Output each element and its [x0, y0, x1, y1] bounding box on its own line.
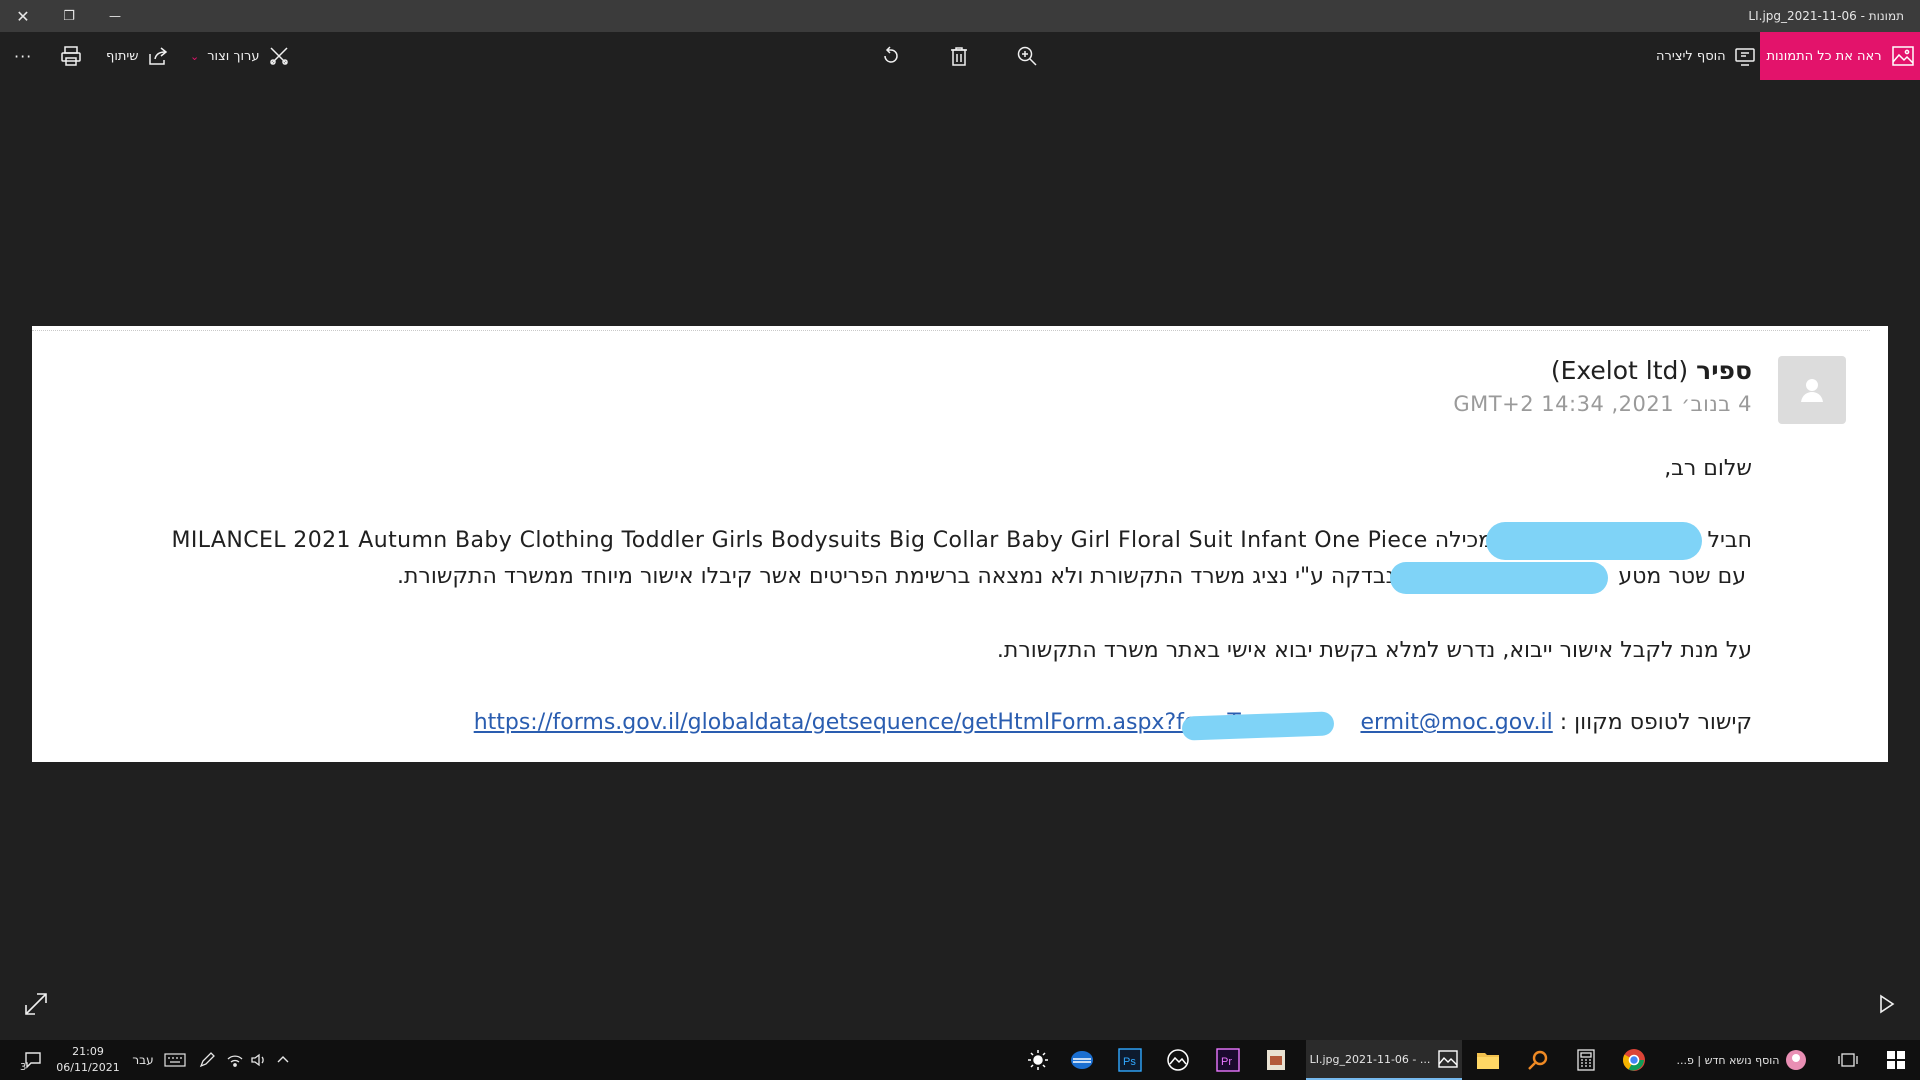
toolbar: ··· שיתוף ⌄ ערוך וצור הוסף ליצירה: [0, 32, 1920, 80]
close-icon: ✕: [16, 6, 30, 26]
edit-create-button[interactable]: ⌄ ערוך וצור: [190, 32, 290, 80]
line2-rest: . נבדקה ע"י נציג משרד התקשורת ולא נמצאה …: [396, 564, 1409, 589]
photos-task-button[interactable]: LI.jpg_2021-11-06 - ...: [1306, 1040, 1462, 1080]
more-icon: ···: [14, 46, 33, 66]
add-to-creation-button[interactable]: הוסף ליצירה: [1656, 32, 1756, 80]
email-greeting: שלום רב,: [1664, 456, 1752, 481]
email-date: 4 בנוב׳ 2021, 14:34 GMT+2: [1453, 392, 1752, 416]
trash-icon: [951, 47, 967, 66]
calculator-icon[interactable]: [1568, 1040, 1604, 1080]
rotate-icon: [884, 46, 898, 63]
taskbar: 3 21:09 06/11/2021 עבר Ps Pr LI.jpg_2021…: [0, 1040, 1920, 1080]
premiere-icon[interactable]: Pr: [1210, 1040, 1246, 1080]
photoshop-icon[interactable]: Ps: [1112, 1040, 1148, 1080]
minimize-button[interactable]: —: [92, 0, 138, 32]
more-button[interactable]: ···: [14, 32, 32, 80]
browser-task-label: הוסף נושא חדש | פ...: [1676, 1053, 1780, 1067]
language-indicator[interactable]: עבר: [128, 1040, 158, 1080]
clock-time: 21:09: [72, 1045, 104, 1058]
rotate-button[interactable]: [880, 32, 902, 80]
photos-task-label: LI.jpg_2021-11-06 - ...: [1309, 1052, 1431, 1066]
clock-date: 06/11/2021: [56, 1061, 120, 1074]
line1-product: MILANCEL 2021 Autumn Baby Clothing Toddl…: [171, 528, 1428, 553]
printer-icon: [61, 46, 81, 66]
redaction-3: [1181, 711, 1335, 741]
delete-button[interactable]: [948, 32, 970, 80]
chevron-up-icon[interactable]: [272, 1040, 294, 1080]
avatar: [1778, 356, 1846, 424]
app-icon-storage[interactable]: [1064, 1040, 1100, 1080]
email-line-4: קישור לטופס מקוון : https://forms.gov.il…: [474, 710, 1752, 735]
restore-icon: ❐: [63, 8, 75, 24]
redaction-2: [1390, 562, 1608, 594]
windows-icon: [1887, 1051, 1905, 1069]
sender: ספיר (Exelot ltd): [1551, 356, 1752, 385]
user-icon: [1801, 379, 1823, 402]
start-button[interactable]: [1876, 1040, 1916, 1080]
line4-label: קישור לטופס מקוון :: [1559, 710, 1752, 735]
keyboard-icon[interactable]: [162, 1040, 188, 1080]
restore-button[interactable]: ❐: [46, 0, 92, 32]
divider: [32, 330, 1870, 331]
slideshow-play-icon[interactable]: [1874, 992, 1898, 1016]
brightness-icon[interactable]: [1020, 1040, 1056, 1080]
share-icon: [148, 47, 167, 65]
line2-prefix: עם שטר מטע: [1618, 564, 1746, 589]
see-all-photos-button[interactable]: ראה את כל התמונות: [1760, 32, 1920, 80]
window-title: תמונות - LI.jpg_2021-11-06: [1748, 9, 1904, 23]
edit-create-icon: [269, 47, 288, 65]
browser-tab-icon: [1786, 1050, 1807, 1070]
volume-icon[interactable]: [248, 1040, 270, 1080]
search-app-icon[interactable]: [1520, 1040, 1556, 1080]
add-to-creation-icon: [1734, 48, 1755, 66]
sender-name: ספיר: [1696, 356, 1752, 385]
expand-icon[interactable]: [22, 990, 50, 1018]
app-icon-misc[interactable]: [1258, 1040, 1294, 1080]
photo-editor-icon[interactable]: [1160, 1040, 1196, 1080]
photos-icon: [1891, 46, 1914, 66]
action-center-button[interactable]: 3: [18, 1040, 48, 1080]
see-all-photos-label: ראה את כל התמונות: [1766, 48, 1882, 64]
email-line-3: על מנת לקבל אישור ייבוא, נדרש למלא בקשת …: [996, 638, 1752, 663]
svg-text:Ps: Ps: [1123, 1056, 1136, 1068]
file-explorer-icon[interactable]: [1470, 1040, 1506, 1080]
edit-create-label: ערוך וצור: [207, 48, 260, 64]
pen-icon[interactable]: [196, 1040, 218, 1080]
photos-app-icon: [1438, 1050, 1459, 1068]
add-to-creation-label: הוסף ליצירה: [1656, 48, 1726, 64]
chrome-icon[interactable]: [1616, 1040, 1652, 1080]
chevron-down-icon: ⌄: [190, 49, 200, 63]
browser-task-button[interactable]: הוסף נושא חדש | פ...: [1666, 1040, 1818, 1080]
form-link[interactable]: https://forms.gov.il/globaldata/getseque…: [474, 710, 1553, 735]
network-icon[interactable]: [224, 1040, 246, 1080]
email-image: ספיר (Exelot ltd) 4 בנוב׳ 2021, 14:34 GM…: [32, 326, 1888, 762]
zoom-button[interactable]: [1016, 32, 1038, 80]
share-label: שיתוף: [106, 48, 139, 64]
minimize-icon: —: [109, 9, 121, 23]
notification-count: 3: [20, 1062, 27, 1073]
task-view-icon[interactable]: [1830, 1040, 1866, 1080]
share-button[interactable]: שיתוף: [106, 32, 169, 80]
sender-org: (Exelot ltd): [1550, 356, 1689, 385]
line1-prefix: חביל: [1707, 528, 1752, 553]
title-bar: ✕ ❐ — תמונות - LI.jpg_2021-11-06: [0, 0, 1920, 32]
clock[interactable]: 21:09 06/11/2021: [56, 1044, 120, 1076]
zoom-in-icon: [1017, 46, 1037, 66]
svg-text:Pr: Pr: [1221, 1056, 1232, 1068]
close-button[interactable]: ✕: [0, 0, 46, 32]
print-button[interactable]: [60, 32, 82, 80]
redaction-1: [1486, 522, 1702, 560]
